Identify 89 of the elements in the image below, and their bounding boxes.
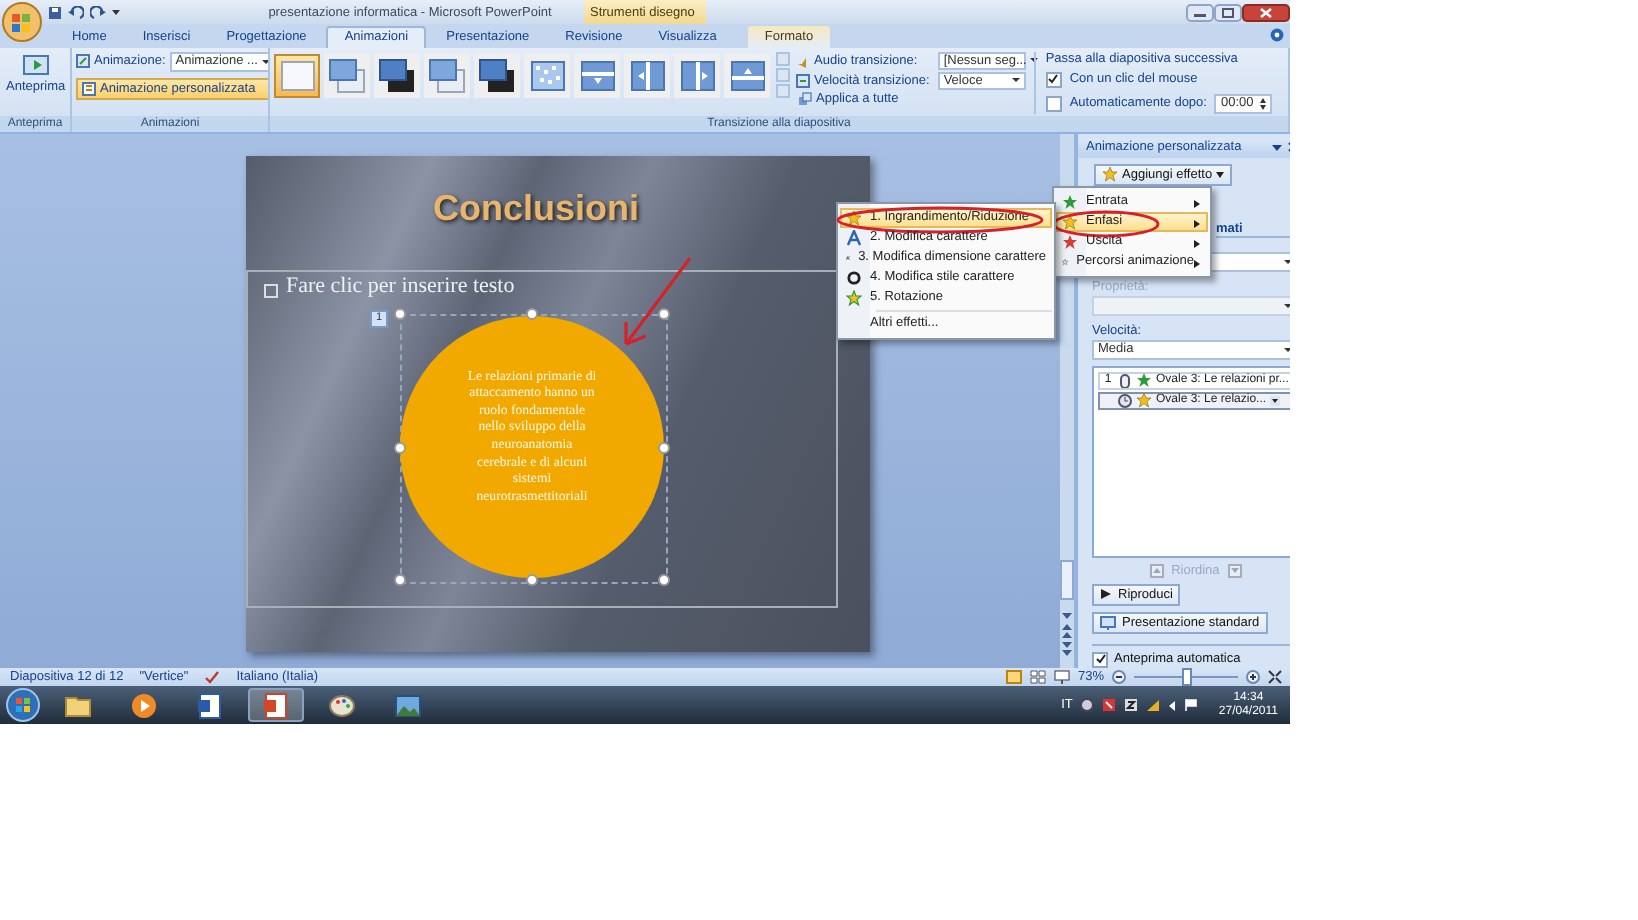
dropdown-caret-icon[interactable] bbox=[261, 59, 268, 64]
dropdown-caret-icon[interactable] bbox=[1284, 347, 1290, 352]
show-hidden-icon[interactable] bbox=[1168, 699, 1177, 712]
bullet-icon bbox=[264, 283, 278, 298]
apply-all-icon bbox=[798, 92, 812, 107]
transition-thumbnail[interactable] bbox=[324, 53, 370, 98]
slideshow-icon bbox=[1100, 615, 1116, 630]
ring-icon bbox=[846, 269, 862, 286]
photo-icon bbox=[392, 689, 424, 722]
preview-icon bbox=[21, 53, 50, 78]
transition-thumbnail[interactable] bbox=[274, 53, 320, 98]
dropdown-caret-icon[interactable] bbox=[1284, 304, 1290, 309]
minimize-button[interactable] bbox=[1186, 3, 1214, 21]
transition-thumbnail[interactable] bbox=[374, 53, 420, 98]
resize-handle[interactable] bbox=[394, 307, 406, 320]
placeholder-text: Fare clic per inserire testo bbox=[286, 273, 515, 298]
transition-thumbnail[interactable] bbox=[424, 53, 470, 98]
caret-icon bbox=[1216, 171, 1225, 178]
scroll-down-icon[interactable] bbox=[1062, 611, 1072, 620]
speed-icon bbox=[796, 73, 810, 88]
star-icon bbox=[1136, 372, 1152, 389]
close-button[interactable] bbox=[1242, 3, 1290, 21]
slideshow-view-icon[interactable] bbox=[1053, 670, 1070, 685]
slide-title: Conclusioni bbox=[431, 187, 641, 230]
checkbox[interactable] bbox=[1045, 95, 1062, 112]
animation-icon bbox=[76, 54, 90, 69]
transition-thumbnail[interactable] bbox=[524, 53, 570, 98]
palette-icon bbox=[326, 689, 358, 722]
star-icon bbox=[1102, 166, 1118, 183]
caret-icon bbox=[1270, 395, 1281, 406]
star-icon bbox=[1062, 213, 1078, 230]
taskbar-app-button[interactable] bbox=[248, 688, 304, 723]
letter-icon bbox=[846, 229, 862, 246]
antivirus-icon[interactable] bbox=[1102, 698, 1117, 713]
transition-thumbnail[interactable] bbox=[624, 53, 670, 98]
zoom-slider-thumb[interactable] bbox=[1182, 668, 1192, 687]
start-button[interactable] bbox=[6, 688, 40, 723]
resize-handle[interactable] bbox=[394, 573, 406, 586]
play-icon bbox=[1100, 588, 1112, 601]
scrollbar-thumb[interactable] bbox=[1060, 559, 1074, 600]
transition-thumbnail[interactable] bbox=[474, 53, 520, 98]
fit-window-icon[interactable] bbox=[1268, 670, 1282, 685]
submenu-arrow-icon bbox=[1194, 219, 1200, 228]
slides-icon bbox=[260, 689, 292, 722]
save-icon[interactable] bbox=[48, 5, 62, 19]
flag-icon[interactable] bbox=[1184, 698, 1199, 713]
star-icon bbox=[1136, 392, 1152, 409]
annotation-arrow bbox=[618, 255, 694, 348]
oval-shape[interactable] bbox=[400, 315, 664, 578]
transition-thumbnail[interactable] bbox=[674, 53, 720, 98]
customize-caret-icon[interactable] bbox=[112, 8, 120, 16]
zoom-out-icon[interactable] bbox=[1112, 670, 1126, 685]
help-icon[interactable] bbox=[1270, 28, 1284, 43]
play-icon bbox=[128, 689, 160, 722]
redo-icon[interactable] bbox=[90, 5, 106, 19]
spellcheck-icon[interactable] bbox=[204, 670, 221, 685]
maximize-button[interactable] bbox=[1214, 3, 1242, 21]
star-outline-icon bbox=[1062, 253, 1069, 270]
star-icon bbox=[1062, 233, 1078, 250]
undo-icon[interactable] bbox=[68, 5, 84, 19]
dropdown-caret-icon[interactable] bbox=[1011, 78, 1020, 83]
star-icon bbox=[1062, 193, 1078, 210]
checkbox[interactable] bbox=[1045, 71, 1062, 88]
mouse-icon bbox=[1118, 373, 1132, 388]
pane-menu-icon[interactable] bbox=[1272, 143, 1283, 152]
resize-handle[interactable] bbox=[658, 573, 670, 586]
star-icon bbox=[846, 209, 862, 226]
checkbox[interactable] bbox=[1092, 651, 1108, 668]
clock-icon bbox=[1118, 393, 1132, 408]
resize-handle[interactable] bbox=[394, 441, 406, 454]
network-icon[interactable] bbox=[1146, 698, 1161, 713]
submenu-arrow-icon bbox=[1194, 239, 1200, 248]
resize-handle[interactable] bbox=[526, 307, 538, 320]
transition-thumbnail[interactable] bbox=[574, 53, 620, 98]
dropdown-caret-icon[interactable] bbox=[1284, 260, 1290, 265]
custom-animation-icon bbox=[82, 81, 96, 96]
globe-icon[interactable] bbox=[1080, 698, 1095, 713]
resize-handle[interactable] bbox=[658, 307, 670, 320]
submenu-arrow-icon bbox=[1194, 259, 1200, 268]
sorter-view-icon[interactable] bbox=[1029, 670, 1046, 685]
audio-icon bbox=[796, 53, 810, 68]
document-icon bbox=[194, 689, 226, 722]
transition-thumbnail[interactable] bbox=[724, 53, 770, 98]
spin-arrows-icon[interactable] bbox=[1259, 97, 1266, 110]
dropdown-caret-icon[interactable] bbox=[1030, 58, 1039, 63]
annotation-ring bbox=[1052, 209, 1160, 238]
star-icon bbox=[846, 289, 862, 306]
zoom-in-icon[interactable] bbox=[1246, 670, 1260, 685]
tray-app-icon[interactable] bbox=[1124, 698, 1139, 713]
